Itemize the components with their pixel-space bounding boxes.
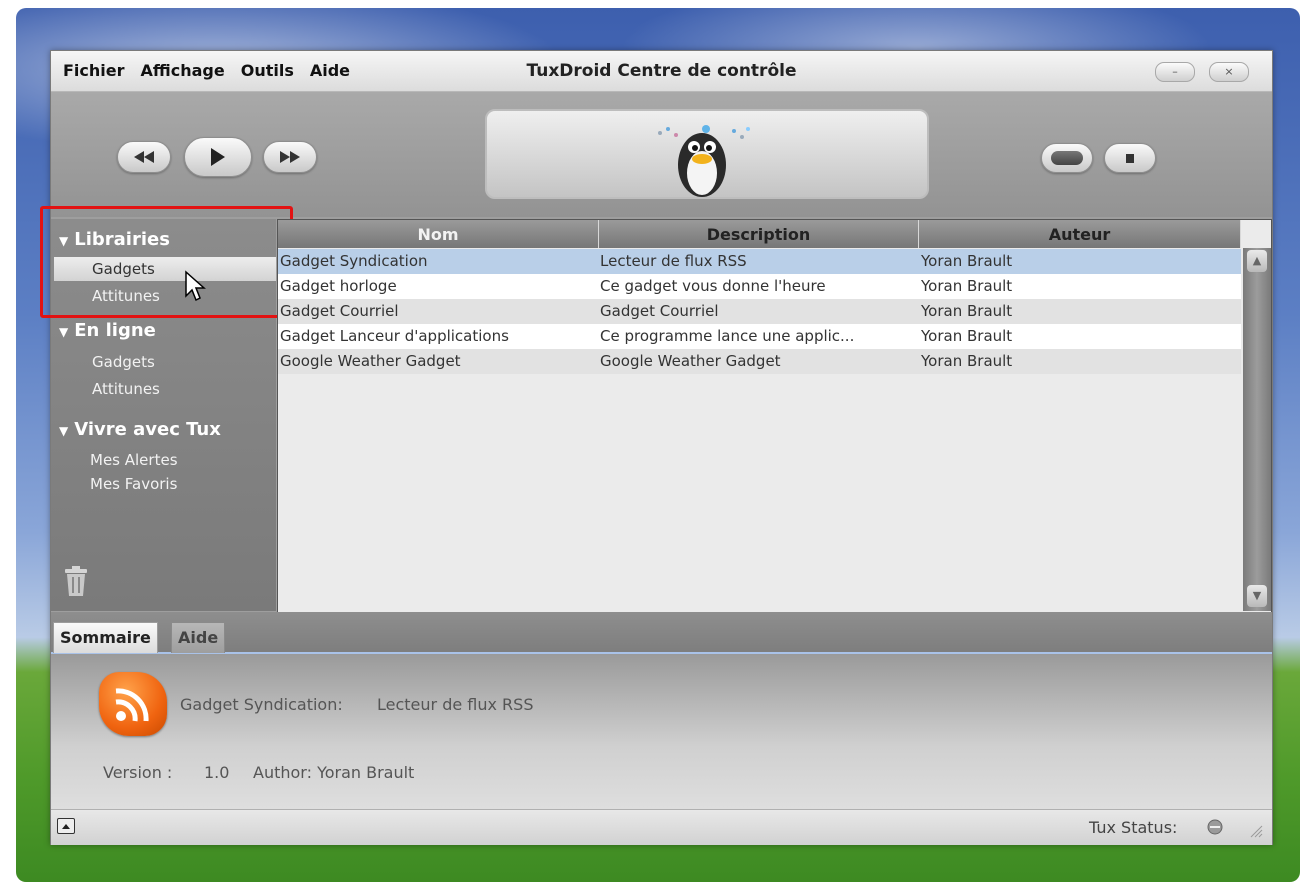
panel-toggle-button[interactable] <box>57 818 75 834</box>
sidebar-item-online-attitunes[interactable]: Attitunes <box>92 380 160 398</box>
sidebar-item-mes-alertes[interactable]: Mes Alertes <box>90 451 178 469</box>
summary-gadget-name: Gadget Syndication: <box>180 695 343 714</box>
rewind-icon <box>134 151 154 163</box>
toggle-button[interactable] <box>1041 143 1093 173</box>
column-header-auteur[interactable]: Auteur <box>919 220 1241 248</box>
minimize-button[interactable]: – <box>1155 62 1195 82</box>
window-title: TuxDroid Centre de contrôle <box>526 61 797 81</box>
mouse-cursor-icon <box>185 270 206 302</box>
title-bar: Fichier Affichage Outils Aide TuxDroid C… <box>51 51 1272 92</box>
tux-display-panel <box>485 109 929 199</box>
table-row[interactable]: Google Weather Gadget Google Weather Gad… <box>278 349 1241 374</box>
summary-version-value: 1.0 <box>204 763 230 782</box>
cell-auteur: Yoran Brault <box>921 352 1013 370</box>
tab-sommaire[interactable]: Sommaire <box>53 622 158 653</box>
expand-triangle-icon: ▼ <box>59 325 69 339</box>
summary-gadget-description: Lecteur de flux RSS <box>377 695 534 714</box>
player-toolbar <box>51 92 1272 217</box>
column-header-nom[interactable]: Nom <box>278 220 599 248</box>
table-header: Nom Description Auteur <box>278 220 1241 248</box>
scroll-up-icon[interactable]: ▲ <box>1247 250 1267 272</box>
sidebar-section-vivre-avec-tux[interactable]: ▼ Vivre avec Tux <box>59 419 221 440</box>
scroll-down-icon[interactable]: ▼ <box>1247 585 1267 607</box>
tux-status-label: Tux Status: <box>1089 818 1178 837</box>
cell-nom: Gadget Courriel <box>280 302 399 320</box>
cell-auteur: Yoran Brault <box>921 327 1013 345</box>
sidebar-item-online-gadgets[interactable]: Gadgets <box>92 353 155 371</box>
sidebar-section-en-ligne[interactable]: ▼ En ligne <box>59 320 156 341</box>
stop-button[interactable] <box>1104 143 1156 173</box>
gadget-table: Nom Description Auteur Gadget Syndicatio… <box>277 219 1272 613</box>
cell-description: Ce programme lance une applic... <box>600 327 855 345</box>
red-highlight-box <box>40 206 293 318</box>
tab-aide[interactable]: Aide <box>171 622 226 653</box>
cell-description: Gadget Courriel <box>600 302 719 320</box>
tabs-bar: Sommaire Aide <box>51 612 1272 654</box>
expand-triangle-icon: ▼ <box>59 424 69 438</box>
table-row[interactable]: Gadget Lanceur d'applications Ce program… <box>278 324 1241 349</box>
vertical-scrollbar[interactable]: ▲ ▼ <box>1243 248 1271 611</box>
summary-version-label: Version : <box>103 763 173 782</box>
rewind-button[interactable] <box>117 141 171 173</box>
cell-nom: Gadget Syndication <box>280 252 428 270</box>
fast-forward-button[interactable] <box>263 141 317 173</box>
status-bar: Tux Status: <box>51 809 1272 845</box>
table-row[interactable]: Gadget Syndication Lecteur de flux RSS Y… <box>278 249 1241 274</box>
cell-description: Ce gadget vous donne l'heure <box>600 277 826 295</box>
summary-author: Author: Yoran Brault <box>253 763 415 782</box>
summary-panel: Gadget Syndication: Lecteur de flux RSS … <box>51 654 1272 809</box>
cell-description: Google Weather Gadget <box>600 352 781 370</box>
tuxdroid-control-center-window: Fichier Affichage Outils Aide TuxDroid C… <box>40 50 1273 845</box>
table-row[interactable]: Gadget horloge Ce gadget vous donne l'he… <box>278 274 1241 299</box>
sidebar-item-mes-favoris[interactable]: Mes Favoris <box>90 475 177 493</box>
cell-description: Lecteur de flux RSS <box>600 252 747 270</box>
close-button[interactable]: × <box>1209 62 1249 82</box>
cell-auteur: Yoran Brault <box>921 252 1013 270</box>
fast-forward-icon <box>280 151 300 163</box>
column-header-description[interactable]: Description <box>599 220 919 248</box>
tux-penguin-icon <box>658 125 750 197</box>
table-row[interactable]: Gadget Courriel Gadget Courriel Yoran Br… <box>278 299 1241 324</box>
cell-auteur: Yoran Brault <box>921 302 1013 320</box>
toggle-indicator-icon <box>1051 151 1083 165</box>
play-icon <box>211 148 225 166</box>
cell-auteur: Yoran Brault <box>921 277 1013 295</box>
resize-grip-icon[interactable] <box>1247 822 1263 838</box>
cell-nom: Gadget Lanceur d'applications <box>280 327 509 345</box>
section-title: Vivre avec Tux <box>74 419 221 440</box>
cell-nom: Google Weather Gadget <box>280 352 461 370</box>
cell-nom: Gadget horloge <box>280 277 397 295</box>
play-button[interactable] <box>184 137 252 177</box>
rss-icon <box>99 672 167 736</box>
arrow-up-icon <box>62 824 70 829</box>
trash-icon[interactable] <box>63 565 89 597</box>
stop-icon <box>1126 153 1134 163</box>
tux-status-indicator-icon <box>1207 819 1223 835</box>
section-title: En ligne <box>74 320 156 341</box>
